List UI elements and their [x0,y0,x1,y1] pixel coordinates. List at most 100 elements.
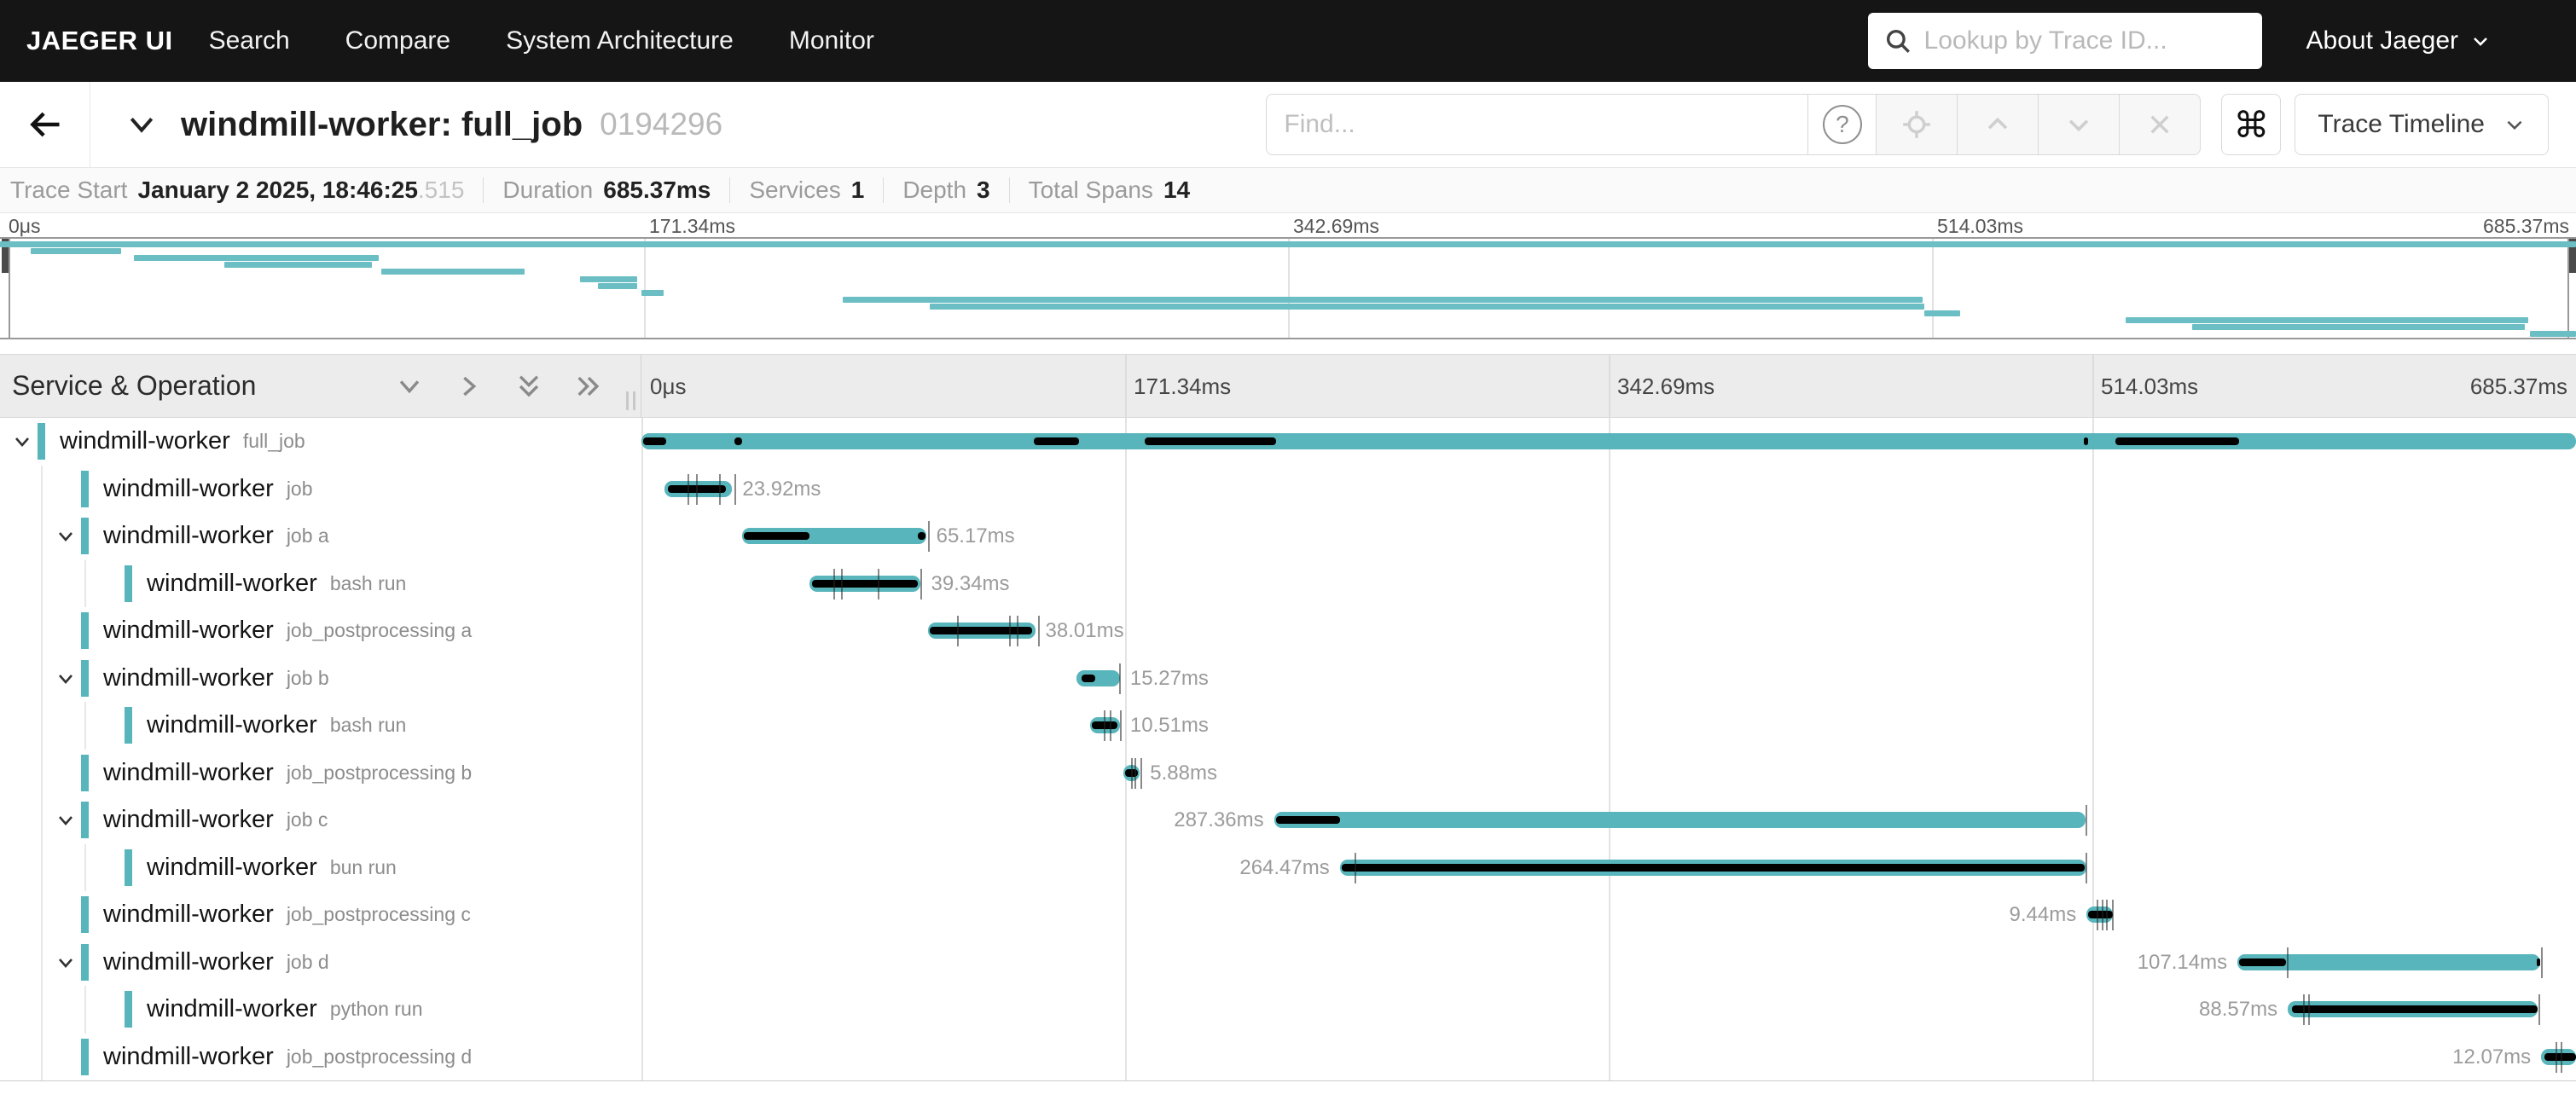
span-event-tick [1038,616,1040,646]
span-tree-row[interactable]: windmill-workerjob_postprocessing b [0,750,641,797]
span-gantt-row: 88.57ms [641,986,2576,1034]
find-next-button[interactable] [2039,94,2120,155]
find-clear-button[interactable] [2120,94,2201,155]
divider [729,177,730,203]
span-event-tick [2097,900,2098,930]
span-tree-row[interactable]: windmill-workerjob [0,466,641,513]
nav-item-search[interactable]: Search [209,26,290,55]
span-event-tick [1131,758,1133,789]
service-name: windmill-worker [147,711,317,739]
operation-name: job [287,478,313,501]
caret-down-icon[interactable] [12,431,32,456]
span-log-marker [1034,437,1078,445]
span-event-tick [2086,853,2087,883]
nav-item-compare[interactable]: Compare [345,26,450,55]
span-bar[interactable] [641,433,2576,449]
gantt-tick-label: 0μs [650,374,686,400]
find-controls: Find... ? ⌘ [1266,94,2549,155]
find-help-button[interactable]: ? [1808,94,1877,155]
find-input[interactable]: Find... [1266,94,1808,155]
span-tree-row[interactable]: windmill-workerjob_postprocessing a [0,607,641,655]
span-tree-row[interactable]: windmill-workerjob b [0,655,641,703]
span-duration-label: 264.47ms [1239,844,1329,892]
trace-view-selector[interactable]: Trace Timeline [2295,94,2549,155]
duration-value: 685.37ms [603,177,711,204]
minimap-span [598,283,637,289]
service-name: windmill-worker [103,948,274,976]
expand-all-icon[interactable] [574,372,603,401]
close-icon [2146,111,2173,138]
nav-item-system-architecture[interactable]: System Architecture [506,26,734,55]
span-tree-row[interactable]: windmill-workerbun run [0,844,641,892]
gantt-gridline [1609,355,1610,417]
app-logo[interactable]: JAEGER UI [26,26,173,56]
span-log-marker [2292,1005,2538,1013]
service-operation-title: Service & Operation [12,370,256,402]
span-tree-row[interactable]: windmill-workerjob_postprocessing c [0,891,641,939]
find-prev-button[interactable] [1958,94,2039,155]
span-duration-label: 12.07ms [2452,1034,2531,1081]
indent-guide [84,560,86,608]
service-name: windmill-worker [103,806,274,834]
divider [483,177,484,203]
trace-start-fraction: .515 [418,177,465,203]
operation-name: job_postprocessing a [287,619,472,642]
service-color-bar [81,1039,89,1075]
service-color-bar [81,471,89,507]
nav-item-monitor[interactable]: Monitor [789,26,874,55]
span-event-tick [688,474,689,505]
span-gantt-row: 287.36ms [641,796,2576,844]
span-tree-row[interactable]: windmill-workerjob a [0,513,641,560]
keyboard-shortcuts-button[interactable]: ⌘ [2221,94,2281,155]
span-tree-row[interactable]: windmill-workerjob c [0,796,641,844]
span-tree-row[interactable]: windmill-workerjob d [0,939,641,987]
trace-title: windmill-worker: full_job [181,106,583,144]
span-log-marker [734,437,742,445]
caret-down-icon[interactable] [55,810,76,835]
indent-guide [41,939,43,987]
span-gantt-row: 107.14ms [641,939,2576,987]
column-resize-grip[interactable] [626,391,635,410]
trace-lookup-input[interactable]: Lookup by Trace ID... [1868,13,2262,69]
span-gantt-row: 10.51ms [641,702,2576,750]
caret-down-icon[interactable] [55,953,76,977]
span-tree-row[interactable]: windmill-workerbash run [0,560,641,608]
total-spans-value: 14 [1163,177,1190,204]
trace-id: 0194296 [600,107,722,142]
caret-down-icon[interactable] [55,669,76,693]
about-jaeger-menu[interactable]: About Jaeger [2306,26,2491,55]
back-button[interactable] [0,82,90,167]
span-tree-row[interactable]: windmill-workerfull_job [0,418,641,466]
span-tree-row[interactable]: windmill-workerpython run [0,986,641,1034]
chevron-down-icon [125,107,159,142]
caret-down-icon[interactable] [55,526,76,551]
timeline-minimap[interactable] [0,237,2576,339]
span-tree-row[interactable]: windmill-workerbash run [0,702,641,750]
trace-lookup-placeholder: Lookup by Trace ID... [1924,26,2167,55]
trace-collapse-toggle[interactable] [125,107,159,142]
indent-guide [41,513,43,560]
service-color-bar [125,849,132,886]
span-event-tick [2086,805,2087,836]
span-event-tick [2538,994,2540,1025]
indent-guide [41,655,43,703]
span-event-tick [841,569,843,599]
minimap-tick-label: 685.37ms [2483,215,2569,238]
span-gantt-row: 12.07ms [641,1034,2576,1081]
collapse-all-icon[interactable] [514,372,543,401]
span-duration-label: 287.36ms [1174,796,1263,844]
span-tree-row[interactable]: windmill-workerjob_postprocessing d [0,1034,641,1081]
find-focus-button[interactable] [1877,94,1958,155]
collapse-one-icon[interactable] [395,372,424,401]
find-group: Find... ? [1266,94,2201,155]
minimap-span [2192,324,2525,330]
services-label: Services [749,177,840,204]
span-event-tick [2102,900,2103,930]
minimap-left-edge [9,239,10,338]
indent-guide [84,702,86,750]
indent-guide [41,466,43,513]
expand-one-icon[interactable] [455,372,484,401]
span-bar[interactable] [1274,812,2086,828]
span-log-marker [2084,437,2089,445]
span-gantt-row: 39.34ms [641,560,2576,608]
